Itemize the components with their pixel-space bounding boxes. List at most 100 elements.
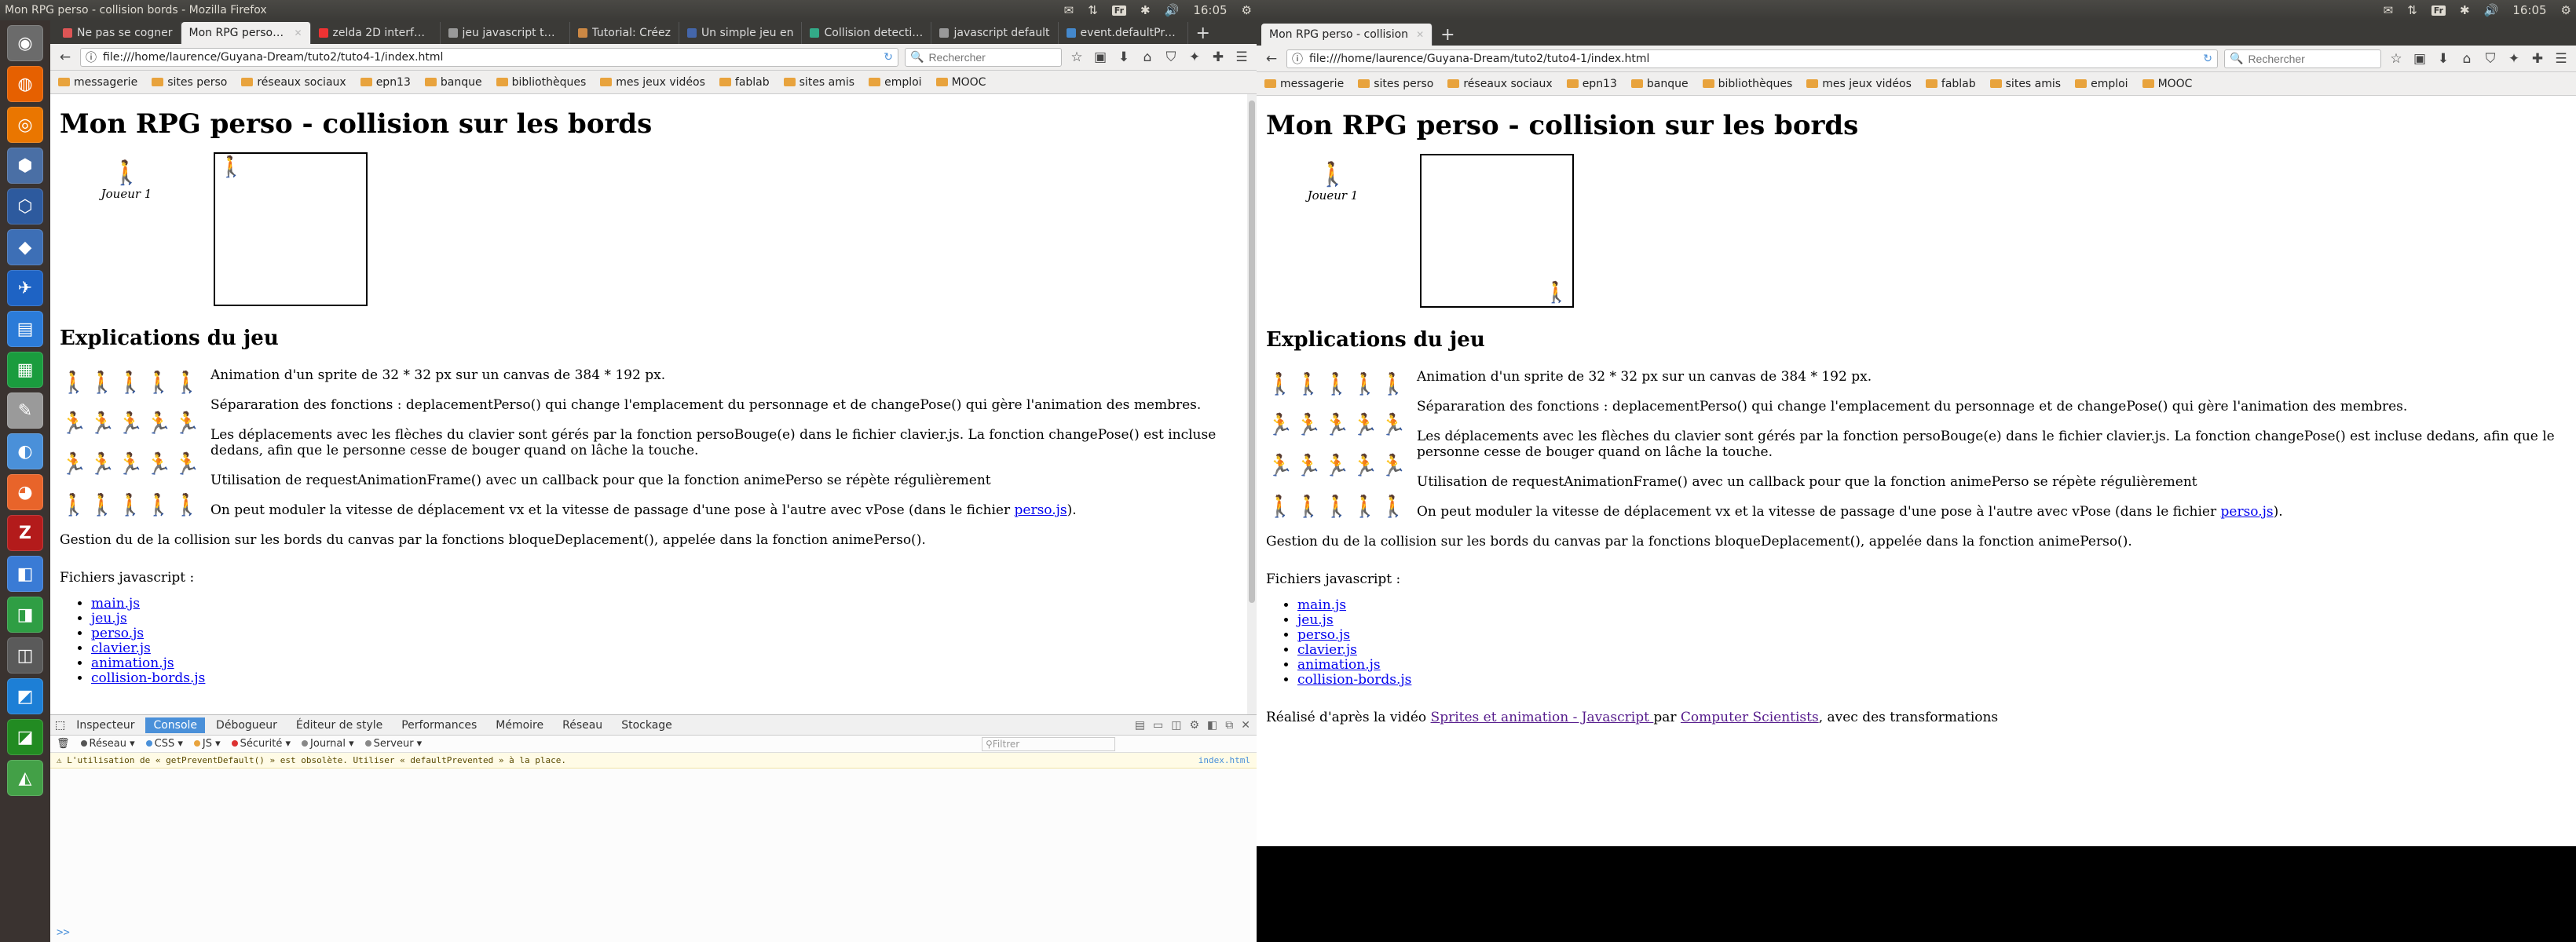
browser-tab[interactable]: Tutorial: Créez xyxy=(570,22,679,44)
filter-network[interactable]: Réseau ▾ xyxy=(80,738,135,750)
mail-icon[interactable]: ✉ xyxy=(2384,3,2394,17)
tab-performance[interactable]: Performances xyxy=(393,717,485,733)
page-scrollbar[interactable] xyxy=(1247,94,1257,714)
search-bar[interactable]: 🔍 xyxy=(905,47,1062,67)
console-filter-input[interactable]: ⚲ Filtrer xyxy=(982,736,1115,751)
tab-storage[interactable]: Stockage xyxy=(613,717,680,733)
bookmark-star-icon[interactable]: ☆ xyxy=(2388,51,2405,67)
bookmark-folder[interactable]: epn13 xyxy=(360,76,411,89)
bookmark-folder[interactable]: mes jeux vidéos xyxy=(600,76,705,89)
settings-gear-icon[interactable]: ⚙ xyxy=(2561,3,2571,17)
settings-gear-icon[interactable]: ⚙ xyxy=(1189,719,1199,732)
filter-js[interactable]: JS ▾ xyxy=(193,738,221,750)
url-bar[interactable]: ⓘ file:///home/laurence/Guyana-Dream/tut… xyxy=(80,47,898,67)
bookmark-folder[interactable]: bibliothèques xyxy=(496,76,586,89)
settings-gear-icon[interactable]: ⚙ xyxy=(1242,3,1252,17)
browser-tab[interactable]: jeu javascript tuto xyxy=(441,22,570,44)
filezilla-icon[interactable]: Z xyxy=(7,515,43,551)
bluetooth-icon[interactable]: ✱ xyxy=(2460,3,2470,17)
filter-log[interactable]: Journal ▾ xyxy=(302,738,354,750)
reading-list-icon[interactable]: ▣ xyxy=(1092,49,1109,65)
info-icon[interactable]: ⓘ xyxy=(86,49,97,65)
url-bar[interactable]: ⓘ file:///home/laurence/Guyana-Dream/tut… xyxy=(1286,49,2218,68)
video-link[interactable]: Sprites et animation - Javascript xyxy=(1431,710,1654,725)
bookmark-folder[interactable]: emploi xyxy=(869,76,922,89)
browser-tab[interactable]: Un simple jeu en xyxy=(679,22,803,44)
responsive-icon[interactable]: ▭ xyxy=(1153,719,1163,732)
network-icon[interactable]: ⇅ xyxy=(2407,3,2417,17)
file-link[interactable]: jeu.js xyxy=(91,611,127,626)
browser-tab[interactable]: javascript default xyxy=(931,22,1059,44)
extension-icon[interactable]: ✦ xyxy=(2505,51,2523,67)
app-extension-icon[interactable]: ✚ xyxy=(1209,49,1227,65)
bookmark-folder[interactable]: bibliothèques xyxy=(1702,78,1792,90)
file-link[interactable]: animation.js xyxy=(1297,657,1381,673)
back-arrow-icon[interactable]: ← xyxy=(1263,51,1280,67)
file-link[interactable]: main.js xyxy=(1297,597,1346,613)
bookmark-folder[interactable]: sites perso xyxy=(152,76,227,89)
clock[interactable]: 16:05 xyxy=(1193,3,1227,17)
keyboard-layout-indicator[interactable]: Fr xyxy=(2431,5,2446,16)
back-arrow-icon[interactable]: ← xyxy=(57,49,74,65)
bookmark-folder[interactable]: réseaux sociaux xyxy=(1447,78,1553,90)
app-icon[interactable]: ◫ xyxy=(7,637,43,674)
browser-tab-active[interactable]: Mon RPG perso - collision✕ xyxy=(181,22,311,44)
app-icon[interactable]: ◪ xyxy=(7,719,43,755)
search-input[interactable] xyxy=(928,50,1047,64)
perso-js-link[interactable]: perso.js xyxy=(2221,504,2274,520)
browser-tab[interactable]: Collision detection xyxy=(802,22,932,44)
search-bar[interactable]: 🔍 xyxy=(2224,49,2381,68)
volume-icon[interactable]: 🔊 xyxy=(1165,3,1180,17)
bookmark-folder[interactable]: messagerie xyxy=(1264,78,1344,90)
file-link[interactable]: clavier.js xyxy=(1297,642,1357,658)
app-icon[interactable]: ◧ xyxy=(7,556,43,592)
new-tab-button[interactable]: + xyxy=(1433,24,1462,46)
chromium-icon[interactable]: ◐ xyxy=(7,433,43,469)
split-console-icon[interactable]: ▤ xyxy=(1135,719,1145,732)
tab-network[interactable]: Réseau xyxy=(554,717,610,733)
extension-icon[interactable]: ✦ xyxy=(1186,49,1203,65)
file-link[interactable]: perso.js xyxy=(1297,627,1350,643)
clear-console-icon[interactable]: 🗑 xyxy=(57,738,70,750)
tab-style-editor[interactable]: Éditeur de style xyxy=(288,717,390,733)
bookmark-folder[interactable]: sites amis xyxy=(1989,78,2061,90)
filter-security[interactable]: Sécurité ▾ xyxy=(231,738,291,750)
menu-icon[interactable]: ☰ xyxy=(2552,51,2570,67)
dock-icon[interactable]: ◧ xyxy=(1207,719,1217,732)
new-tab-button[interactable]: + xyxy=(1188,22,1218,44)
app-icon[interactable]: ✈ xyxy=(7,270,43,306)
app-icon[interactable]: ◩ xyxy=(7,678,43,714)
file-link[interactable]: jeu.js xyxy=(1297,612,1334,628)
browser-tab[interactable]: zelda 2D interface xyxy=(311,22,441,44)
file-link[interactable]: collision-bords.js xyxy=(1297,672,1411,688)
close-icon[interactable]: ✕ xyxy=(1241,719,1250,732)
volume-icon[interactable]: 🔊 xyxy=(2484,3,2499,17)
download-icon[interactable]: ⬇ xyxy=(1115,49,1132,65)
tab-debugger[interactable]: Débogueur xyxy=(208,717,285,733)
pocket-icon[interactable]: ⛉ xyxy=(2482,51,2499,67)
file-link[interactable]: animation.js xyxy=(91,655,174,671)
perso-js-link[interactable]: perso.js xyxy=(1015,502,1067,518)
bookmark-folder[interactable]: messagerie xyxy=(58,76,137,89)
menu-icon[interactable]: ☰ xyxy=(1233,49,1250,65)
mail-icon[interactable]: ✉ xyxy=(1064,3,1074,17)
undock-icon[interactable]: ⧉ xyxy=(1225,719,1233,732)
game-canvas[interactable]: 🚶 xyxy=(1420,154,1574,308)
app-icon[interactable]: ◭ xyxy=(7,760,43,796)
reload-icon[interactable]: ↻ xyxy=(884,51,893,64)
app-icon[interactable]: ◆ xyxy=(7,229,43,265)
screenshot-icon[interactable]: ◫ xyxy=(1171,719,1181,732)
browser-tab[interactable]: event.defaultPrevented xyxy=(1059,22,1188,44)
close-tab-icon[interactable]: ✕ xyxy=(1416,29,1424,40)
bookmark-folder[interactable]: emploi xyxy=(2075,78,2128,90)
app-icon[interactable]: ⬡ xyxy=(7,188,43,225)
app-icon[interactable]: ⬢ xyxy=(7,148,43,184)
info-icon[interactable]: ⓘ xyxy=(1292,51,1303,67)
search-input[interactable] xyxy=(2248,52,2366,65)
blender-icon[interactable]: ◎ xyxy=(7,107,43,143)
writer-icon[interactable]: ▤ xyxy=(7,311,43,347)
pocket-icon[interactable]: ⛉ xyxy=(1162,49,1180,65)
bookmark-folder[interactable]: banque xyxy=(424,76,482,89)
game-canvas[interactable]: 🚶 xyxy=(214,152,368,306)
close-tab-icon[interactable]: ✕ xyxy=(294,27,302,38)
